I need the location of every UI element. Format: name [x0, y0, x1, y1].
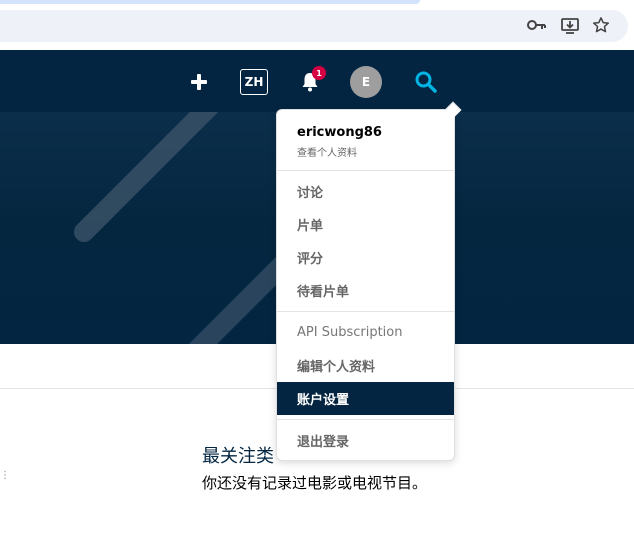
menu-separator	[277, 170, 454, 171]
notifications-button[interactable]: 1	[296, 66, 326, 96]
menu-item-edit-profile[interactable]: 编辑个人资料	[277, 349, 454, 382]
add-new-button[interactable]	[186, 69, 212, 95]
menu-username[interactable]: ericwong86	[297, 125, 382, 140]
menu-item-discussions[interactable]: 讨论	[277, 175, 454, 208]
menu-item-account-settings[interactable]: 账户设置	[277, 382, 454, 415]
avatar[interactable]: E	[350, 66, 382, 98]
menu-item-api-subscription[interactable]: API Subscription	[277, 316, 454, 349]
search-button[interactable]	[412, 68, 440, 96]
menu-separator	[277, 419, 454, 420]
notification-badge: 1	[312, 66, 326, 80]
menu-item-lists[interactable]: 片单	[277, 208, 454, 241]
most-watched-genres-title: 最关注类	[202, 446, 274, 467]
menu-item-ratings[interactable]: 评分	[277, 241, 454, 274]
user-menu-dropdown: ericwong86 查看个人资料 讨论 片单 评分 待看片单 API Subs…	[276, 101, 462, 461]
search-icon	[415, 71, 437, 93]
install-app-icon[interactable]	[559, 14, 581, 36]
browser-toolbar	[0, 0, 634, 50]
view-profile-link[interactable]: 查看个人资料	[297, 144, 357, 159]
language-switcher[interactable]: ZH	[240, 69, 268, 95]
menu-item-watchlist[interactable]: 待看片单	[277, 274, 454, 307]
bookmark-star-icon[interactable]	[590, 14, 612, 36]
key-icon[interactable]	[526, 14, 548, 36]
page-root: ZH 1 E ⋮ 最关注类 你还没有记录过电影或电视节目。 ericwong86	[0, 0, 634, 540]
plus-icon	[191, 74, 207, 90]
edge-mark: ⋮	[0, 470, 10, 481]
site-header: ZH 1 E	[0, 50, 634, 112]
empty-state-message: 你还没有记录过电影或电视节目。	[202, 474, 428, 492]
menu-item-logout[interactable]: 退出登录	[277, 424, 454, 457]
browser-tab-strip	[0, 0, 420, 4]
menu-separator	[277, 311, 454, 312]
